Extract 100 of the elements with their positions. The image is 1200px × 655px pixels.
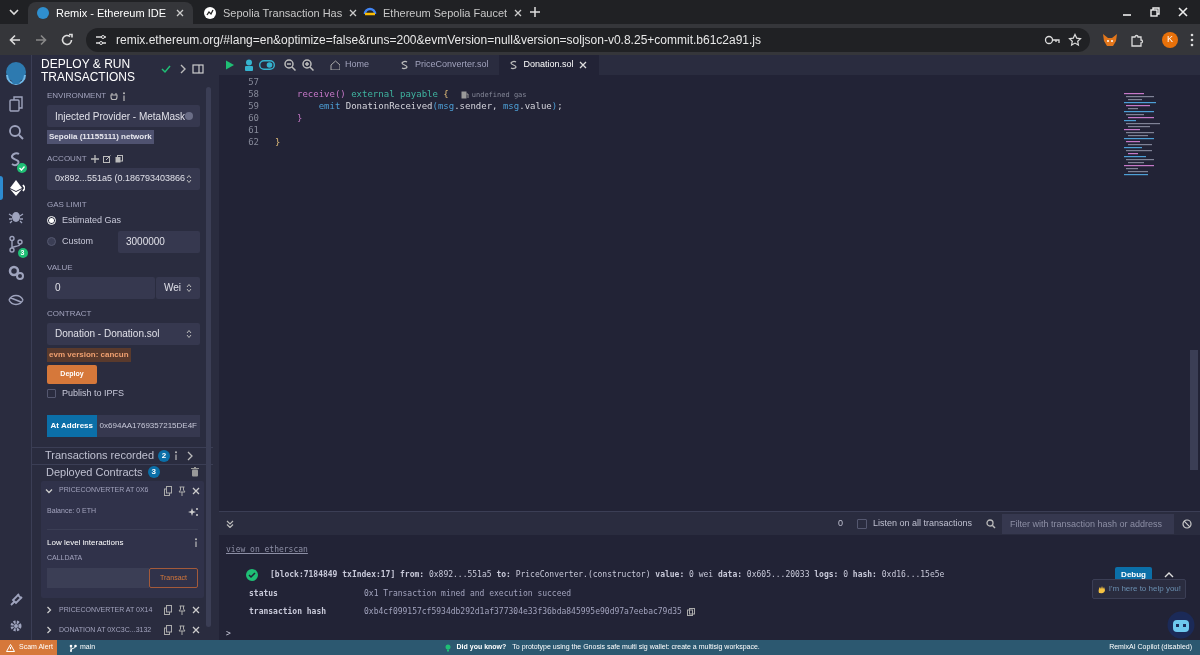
radio-button[interactable]: [47, 237, 56, 246]
checkbox[interactable]: [47, 388, 56, 398]
filter-input[interactable]: Filter with transaction hash or address: [1002, 513, 1174, 534]
checkbox[interactable]: [856, 518, 867, 529]
calldata-input[interactable]: [47, 568, 149, 588]
file-icon: [508, 60, 519, 70]
bulb-icon: [444, 643, 451, 652]
close-icon[interactable]: [348, 8, 359, 18]
panel-icon[interactable]: [192, 64, 204, 74]
line-number: 60: [247, 112, 259, 126]
address-input[interactable]: 0x694AA1769357215DE4F: [96, 415, 200, 437]
code-line: receive() external payable {: [296, 88, 449, 102]
reload-icon[interactable]: [60, 32, 74, 47]
zoom-out-icon[interactable]: [284, 59, 296, 71]
close-icon[interactable]: [192, 486, 200, 495]
terminal-prompt: >: [226, 628, 232, 640]
info-icon: [122, 91, 127, 101]
copy-icon[interactable]: [114, 155, 123, 163]
detail-value: 0x1 Transaction mined and execution succeed: [364, 588, 572, 600]
star-icon[interactable]: [1068, 32, 1083, 47]
environment-dropdown[interactable]: Injected Provider - MetaMask: [47, 105, 200, 127]
value-input[interactable]: 0: [47, 276, 155, 299]
close-icon[interactable]: [192, 626, 200, 634]
search-icon[interactable]: [986, 518, 996, 529]
file-icon: [400, 60, 410, 70]
gas-input[interactable]: 3000000: [118, 230, 200, 253]
unit-dropdown[interactable]: Wei: [156, 276, 200, 299]
field-label: ENVIRONMENT: [47, 90, 107, 102]
field-label: ACCOUNT: [47, 153, 87, 165]
copy-icon[interactable]: [686, 608, 695, 616]
edit-icon[interactable]: [102, 155, 111, 163]
gears-icon[interactable]: [6, 263, 25, 281]
files-icon[interactable]: [6, 95, 25, 113]
detail-value: 0xb4cf099157cf5934db292d1af377304e33f36bda845995e90d97a7eebac79d35: [364, 606, 682, 618]
close-icon[interactable]: [175, 8, 185, 18]
browser-tab[interactable]: Sepolia Transaction Has: [195, 2, 353, 24]
trash-icon[interactable]: [191, 467, 199, 478]
collapse-icon[interactable]: [226, 519, 234, 528]
more-icon[interactable]: [1190, 32, 1194, 47]
at-address-button[interactable]: At Address: [47, 415, 97, 437]
home-icon: [330, 60, 340, 70]
pin-icon[interactable]: [178, 605, 186, 615]
field-label: CONTRACT: [47, 307, 92, 320]
etherscan-link[interactable]: view on etherscan: [226, 545, 308, 554]
robot-icon[interactable]: [243, 59, 255, 71]
branch-icon: [69, 643, 77, 652]
browser-tab[interactable]: Ethereum Sepolia Faucet: [355, 2, 520, 24]
branch-icon[interactable]: [6, 235, 25, 253]
puzzle-icon[interactable]: [1130, 32, 1145, 47]
pin-icon[interactable]: [178, 485, 186, 496]
editor-tab[interactable]: PriceConverter.sol: [390, 55, 499, 75]
chevron-up-icon[interactable]: [1164, 571, 1174, 579]
chevron-down-icon[interactable]: [45, 486, 53, 495]
account-dropdown[interactable]: 0x892...551a5 (0.186793403866: [47, 168, 200, 190]
code-line: }: [274, 136, 281, 150]
line-number: 62: [247, 136, 259, 150]
contract-dropdown[interactable]: Donation - Donation.sol: [47, 322, 200, 345]
close-icon[interactable]: [513, 8, 524, 18]
restore-icon[interactable]: [1150, 7, 1160, 17]
field-label: VALUE: [47, 261, 73, 274]
back-icon[interactable]: [8, 32, 22, 47]
close-icon[interactable]: [578, 61, 587, 69]
section-title: Deployed Contracts: [46, 465, 143, 480]
forward-icon[interactable]: [34, 32, 48, 47]
chevron-right-icon[interactable]: [45, 626, 53, 634]
panel-title: DEPLOY & RUN TRANSACTIONS: [41, 58, 136, 84]
new-tab-icon[interactable]: [528, 5, 542, 19]
address-bar[interactable]: remix.ethereum.org/#lang=en&optimize=false&runs=200&evmVersion=null&version=soljson-v0.8.25+commit.b61c2a91.js: [86, 27, 1091, 52]
browser-tab[interactable]: Remix - Ethereum IDE: [28, 2, 193, 24]
network-badge: Sepolia (11155111) network: [47, 130, 154, 144]
zoom-in-icon[interactable]: [302, 59, 314, 71]
search-icon[interactable]: [6, 123, 25, 141]
plus-icon[interactable]: [90, 155, 99, 163]
scrollbar[interactable]: [1190, 350, 1198, 470]
fox-icon[interactable]: [1102, 32, 1119, 47]
warning-icon: [6, 643, 15, 652]
waving-hand-icon: [1096, 584, 1106, 594]
run-icon[interactable]: [225, 60, 235, 70]
active-indicator: [0, 176, 3, 200]
pin-icon[interactable]: [178, 625, 186, 635]
check-badge-icon: [16, 163, 27, 173]
checkbox-label: Listen on all transactions: [872, 516, 972, 530]
count-badge: 2: [158, 449, 171, 462]
evm-badge: evm version: cancun: [47, 347, 131, 362]
line-number: 58: [247, 88, 259, 102]
close-icon[interactable]: [192, 606, 200, 614]
assistant-robot-icon[interactable]: [1167, 611, 1195, 639]
line-number: 61: [247, 124, 259, 138]
sparkle-icon[interactable]: [188, 506, 198, 517]
editor-tab[interactable]: Home: [320, 55, 390, 75]
editor-tab[interactable]: Donation.sol: [498, 55, 599, 75]
chevron-right-icon[interactable]: [179, 64, 187, 74]
code-line: }: [296, 112, 303, 126]
clear-icon[interactable]: [1182, 518, 1192, 529]
chevron-right-icon[interactable]: [187, 450, 193, 461]
toggle-icon[interactable]: [259, 60, 275, 70]
key-icon[interactable]: [1044, 33, 1061, 46]
chevron-right-icon[interactable]: [45, 606, 53, 614]
copy-icon[interactable]: [164, 485, 172, 496]
transaction-count: 0: [837, 516, 843, 530]
